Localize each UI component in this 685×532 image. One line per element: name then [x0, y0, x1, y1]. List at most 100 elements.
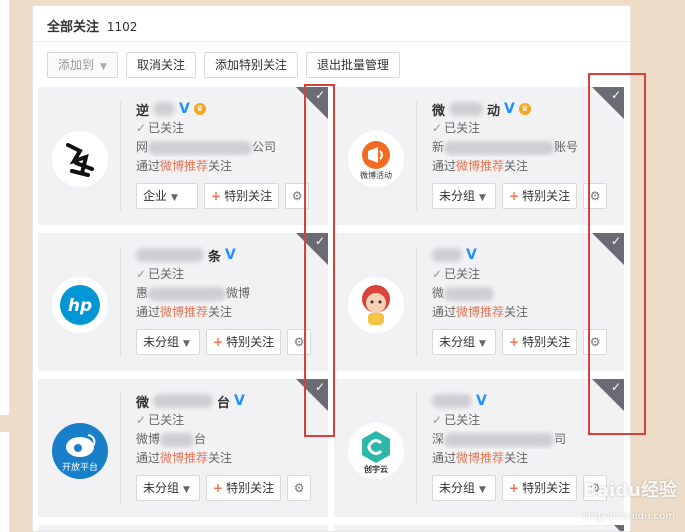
desc-suffix: 公司	[252, 140, 277, 154]
avatar[interactable]	[348, 277, 404, 333]
chevron-down-icon: ▼	[479, 339, 486, 349]
unfollow-button[interactable]: 取消关注	[125, 52, 196, 78]
follow-card-partial[interactable]	[38, 525, 328, 531]
avatar-caption: 创宇云	[364, 465, 388, 474]
plus-icon: +	[509, 189, 520, 203]
special-follow-label: 特别关注	[522, 335, 571, 349]
group-select[interactable]: 未分组 ▼	[136, 475, 200, 501]
avatar[interactable]	[52, 131, 108, 187]
selection-corner[interactable]	[614, 525, 624, 531]
follow-card[interactable]: V ✓ 已关注 微 通过微博推荐关注 未分组 ▼ + 特别关注 ⚙ ✓	[334, 233, 624, 371]
user-info: 微 台 V ✓ 已关注 微博 台 通过微博推荐关注	[136, 391, 321, 468]
follow-source: 通过微博推荐关注	[136, 449, 321, 468]
blurred-description	[160, 432, 195, 447]
panel-header: 全部关注 1102	[33, 6, 630, 42]
chevron-down-icon: ▼	[183, 485, 190, 495]
divider	[120, 101, 121, 211]
add-to-dropdown[interactable]: 添加到 ▼	[47, 52, 118, 78]
avatar[interactable]: 开放平台	[52, 423, 108, 479]
group-select[interactable]: 未分组 ▼	[136, 329, 200, 355]
user-description: 惠 微博	[136, 284, 321, 303]
desc-suffix: 台	[194, 432, 207, 446]
left-sidebar-strip	[0, 0, 10, 415]
plus-icon: +	[509, 481, 520, 495]
user-info: 条 V ✓ 已关注 惠 微博 通过微博推荐关注	[136, 245, 321, 322]
plus-icon: +	[213, 335, 224, 349]
avatar[interactable]: 微博活动	[348, 131, 404, 187]
special-follow-label: 特别关注	[522, 481, 571, 495]
follow-card[interactable]: 逆 V ♛ ✓ 已关注 网 公司 通过微博推荐关注 企业 ▼ + 特别关注 ⚙ ✓	[38, 87, 328, 225]
via-suffix: 关注	[208, 159, 233, 173]
follow-status: ✓ 已关注	[136, 265, 321, 284]
follow-status: ✓ 已关注	[136, 411, 321, 430]
follow-status-label: 已关注	[444, 413, 481, 427]
user-name[interactable]: 逆 V ♛	[136, 99, 321, 119]
follow-status: ✓ 已关注	[136, 119, 321, 138]
blurred-description	[148, 286, 227, 301]
cartoon-character-icon	[348, 277, 404, 333]
group-label: 未分组	[143, 335, 180, 349]
verified-icon: V	[476, 393, 487, 409]
check-icon: ✓	[432, 267, 443, 281]
follow-status-label: 已关注	[444, 121, 481, 135]
special-follow-label: 特别关注	[226, 335, 275, 349]
plus-icon: +	[211, 189, 222, 203]
user-name[interactable]: 微 台 V	[136, 391, 321, 411]
add-special-follow-button[interactable]: 添加特别关注	[203, 52, 298, 78]
follow-status-label: 已关注	[148, 121, 185, 135]
avatar[interactable]: 创宇云	[348, 423, 404, 479]
weibo-recommend-link[interactable]: 微博推荐	[160, 451, 208, 465]
special-follow-button[interactable]: + 特别关注	[502, 183, 578, 209]
follow-source: 通过微博推荐关注	[136, 303, 321, 322]
divider	[120, 393, 121, 503]
user-name[interactable]: 条 V	[136, 245, 321, 265]
weibo-recommend-link[interactable]: 微博推荐	[456, 159, 504, 173]
weibo-recommend-link[interactable]: 微博推荐	[160, 159, 208, 173]
group-select[interactable]: 未分组 ▼	[432, 329, 496, 355]
special-follow-button[interactable]: + 特别关注	[502, 475, 578, 501]
desc-prefix: 网	[136, 140, 149, 154]
follow-card[interactable]: hp 条 V ✓ 已关注 惠 微博 通过微博推荐关注 未分组 ▼ + 特别关注 ⚙ ✓	[38, 233, 328, 371]
blurred-name	[136, 248, 204, 262]
special-follow-button[interactable]: + 特别关注	[502, 329, 578, 355]
gear-icon: ⚙	[293, 335, 305, 349]
group-select[interactable]: 未分组 ▼	[432, 475, 496, 501]
follow-source: 通过微博推荐关注	[432, 449, 617, 468]
weibo-recommend-link[interactable]: 微博推荐	[160, 305, 208, 319]
follow-card[interactable]: 微博活动 微 动 V ♛ ✓ 已关注 新 账号 通过微博推荐关注 未分组 ▼ + 特别关…	[334, 87, 624, 225]
blurred-name	[432, 248, 462, 262]
card-actions: 未分组 ▼ + 特别关注 ⚙	[432, 475, 608, 501]
group-label: 未分组	[439, 481, 476, 495]
via-suffix: 关注	[208, 451, 233, 465]
hp-logo-icon: hp	[52, 277, 108, 333]
via-suffix: 关注	[208, 305, 233, 319]
batch-toolbar: 添加到 ▼ 取消关注 添加特别关注 退出批量管理	[47, 52, 400, 78]
desc-suffix: 司	[554, 432, 567, 446]
settings-button[interactable]: ⚙	[287, 475, 312, 501]
follow-source: 通过微博推荐关注	[136, 157, 321, 176]
baidu-watermark: Baidu经验	[583, 480, 677, 501]
exit-batch-management-button[interactable]: 退出批量管理	[305, 52, 400, 78]
special-follow-button[interactable]: + 特别关注	[204, 183, 280, 209]
special-follow-button[interactable]: + 特别关注	[206, 475, 282, 501]
card-actions: 企业 ▼ + 特别关注 ⚙	[136, 183, 310, 209]
follow-status-label: 已关注	[444, 267, 481, 281]
via-prefix: 通过	[432, 305, 457, 319]
card-actions: 未分组 ▼ + 特别关注 ⚙	[136, 475, 312, 501]
verified-icon: V	[504, 101, 515, 117]
special-follow-button[interactable]: + 特别关注	[206, 329, 282, 355]
follow-card[interactable]: 开放平台 微 台 V ✓ 已关注 微博 台 通过微博推荐关注 未分组 ▼ + 特别关注 …	[38, 379, 328, 517]
calligraphy-logo-icon	[52, 131, 108, 187]
group-select[interactable]: 未分组 ▼	[432, 183, 496, 209]
group-label: 企业	[143, 189, 168, 203]
avatar[interactable]: hp	[52, 277, 108, 333]
blurred-description	[444, 140, 555, 155]
weibo-recommend-link[interactable]: 微博推荐	[456, 451, 504, 465]
group-select[interactable]: 企业 ▼	[136, 183, 198, 209]
page-title: 全部关注	[47, 20, 100, 35]
follow-card-partial[interactable]	[334, 525, 624, 531]
divider	[416, 101, 417, 211]
weibo-recommend-link[interactable]: 微博推荐	[456, 305, 504, 319]
follow-card[interactable]: 创宇云 V ✓ 已关注 深司 通过微博推荐关注 未分组 ▼ + 特别关注 ⚙ ✓	[334, 379, 624, 517]
via-prefix: 通过	[136, 451, 161, 465]
